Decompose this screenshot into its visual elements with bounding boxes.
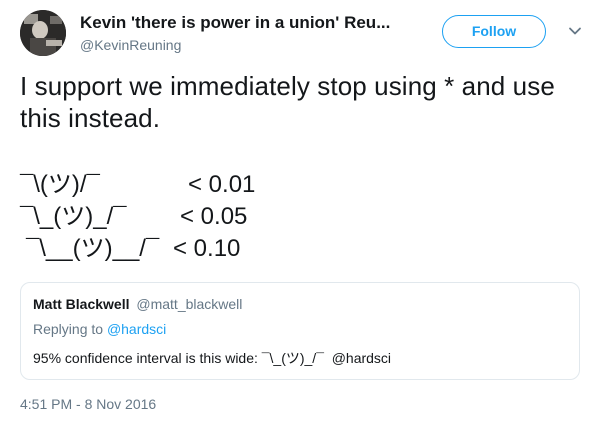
chevron-down-icon[interactable] bbox=[568, 24, 582, 38]
replying-mention-link[interactable]: @hardsci bbox=[107, 321, 166, 337]
avatar[interactable] bbox=[20, 10, 66, 56]
author-names: Kevin 'there is power in a union' Reu...… bbox=[80, 12, 440, 55]
shrug-row: ¯\__(ツ)__/¯ < 0.10 bbox=[20, 234, 280, 264]
threshold-value: < 0.01 bbox=[188, 171, 256, 198]
quoted-tweet-author: Matt Blackwell @matt_blackwell bbox=[33, 295, 242, 313]
tweet-header: Kevin 'there is power in a union' Reu...… bbox=[20, 10, 590, 58]
shrug-row: ¯\_(ツ)_/¯ < 0.05 bbox=[20, 202, 280, 232]
quoted-tweet[interactable]: Matt Blackwell @matt_blackwell Replying … bbox=[20, 282, 580, 380]
tweet-text: I support we immediately stop using * an… bbox=[20, 71, 555, 133]
avatar-photo bbox=[20, 10, 66, 56]
tweet-timestamp[interactable]: 4:51 PM - 8 Nov 2016 bbox=[20, 395, 156, 413]
quoted-tweet-text: 95% confidence interval is this wide: ¯\… bbox=[33, 350, 392, 366]
shrug-face: ¯\__(ツ)__/¯ bbox=[26, 235, 160, 262]
author-display-name[interactable]: Kevin 'there is power in a union' Reu... bbox=[80, 12, 440, 34]
replying-prefix: Replying to bbox=[33, 321, 104, 337]
quoted-author-handle: @matt_blackwell bbox=[136, 296, 243, 312]
follow-button[interactable]: Follow bbox=[442, 15, 546, 48]
author-handle[interactable]: @KevinReuning bbox=[80, 35, 440, 55]
shrug-face: ¯\(ツ)/¯ bbox=[20, 171, 100, 198]
tweet: Kevin 'there is power in a union' Reu...… bbox=[0, 0, 605, 425]
shrug-face: ¯\_(ツ)_/¯ bbox=[20, 203, 127, 230]
threshold-value: < 0.05 bbox=[180, 203, 248, 230]
quoted-author-name: Matt Blackwell bbox=[33, 296, 130, 312]
threshold-value: < 0.10 bbox=[173, 235, 241, 262]
shrug-row: ¯\(ツ)/¯ < 0.01 bbox=[20, 170, 280, 200]
quoted-replying-to: Replying to @hardsci bbox=[33, 320, 166, 338]
